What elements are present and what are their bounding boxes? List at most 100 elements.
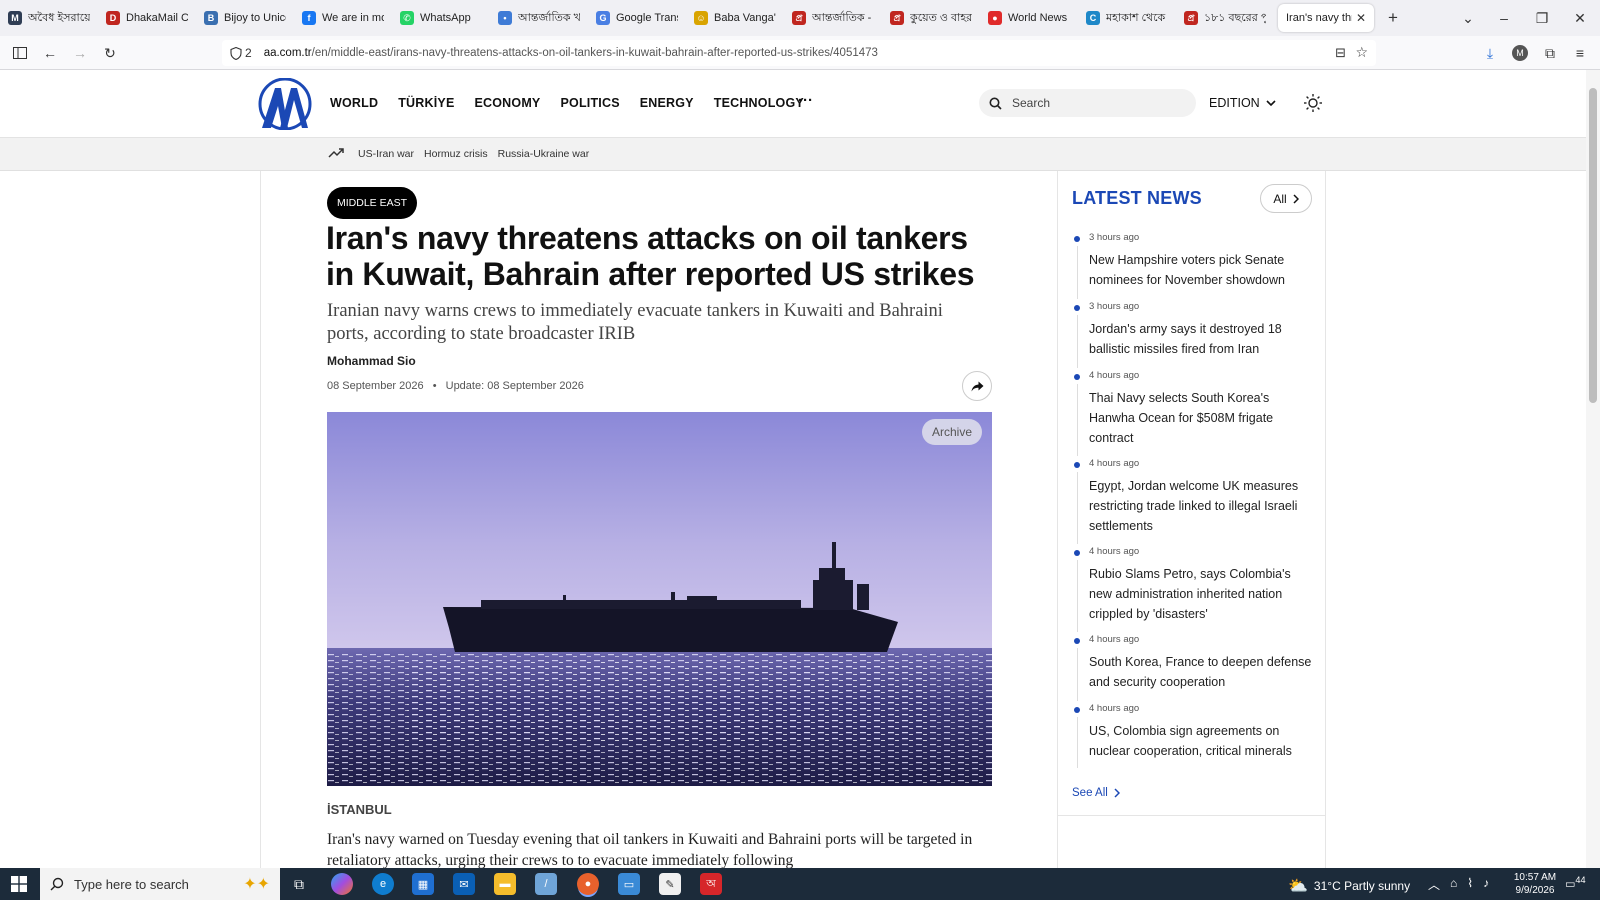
tab-item[interactable]: ✆ WhatsApp bbox=[392, 4, 490, 32]
tab-item[interactable]: f We are in mod bbox=[294, 4, 392, 32]
tab-item[interactable]: M অবৈধ ইসরায়েলি bbox=[0, 4, 98, 32]
bijoy-icon[interactable]: অ bbox=[700, 873, 722, 895]
bullet-dot bbox=[1074, 374, 1080, 380]
theme-toggle-icon[interactable] bbox=[1302, 92, 1324, 114]
reader-view-icon[interactable]: ⊟ bbox=[1335, 45, 1346, 61]
timeline-line bbox=[1077, 648, 1078, 701]
chevron-down-icon bbox=[1266, 99, 1276, 106]
tab-active[interactable]: Iran's navy threa ✕ bbox=[1278, 4, 1374, 32]
news-title[interactable]: Rubio Slams Petro, says Colombia's new a… bbox=[1089, 564, 1314, 624]
close-tab-icon[interactable]: ✕ bbox=[1356, 11, 1366, 25]
author-name[interactable]: Mohammad Sio bbox=[327, 354, 416, 368]
minimize-icon[interactable]: – bbox=[1484, 0, 1524, 36]
nav-item-technology[interactable]: TECHNOLOGY bbox=[714, 96, 804, 110]
tab-item[interactable]: প্র আন্তর্জাতিক - T bbox=[784, 4, 882, 32]
outlook-icon[interactable]: ✉ bbox=[453, 873, 475, 895]
profile-initial: M bbox=[1512, 45, 1528, 61]
network-icon[interactable]: ⌂ bbox=[1450, 876, 1457, 893]
app-icon[interactable]: ▭ bbox=[618, 873, 640, 895]
search-box[interactable]: Search bbox=[979, 89, 1196, 117]
news-title[interactable]: Jordan's army says it destroyed 18 balli… bbox=[1089, 319, 1314, 359]
tab-item[interactable]: প্র কুয়েত ও বাহরা bbox=[882, 4, 980, 32]
volume-icon[interactable]: ♪ bbox=[1483, 876, 1489, 893]
url-text[interactable]: aa.com.tr/en/middle-east/irans-navy-thre… bbox=[264, 47, 878, 59]
share-button[interactable] bbox=[962, 371, 992, 401]
trending-bar: US-Iran war Hormuz crisis Russia-Ukraine w… bbox=[0, 138, 1586, 171]
downloads-icon[interactable]: ⤓ bbox=[1478, 42, 1502, 64]
address-bar[interactable]: 2 aa.com.tr/en/middle-east/irans-navy-th… bbox=[222, 40, 1376, 66]
news-time: 4 hours ago bbox=[1089, 546, 1140, 557]
timeline-line bbox=[1077, 472, 1078, 544]
reload-icon[interactable]: ↻ bbox=[98, 42, 122, 64]
trending-link[interactable]: Hormuz crisis bbox=[424, 148, 488, 160]
wifi-icon[interactable]: ⌇ bbox=[1467, 876, 1473, 893]
news-title[interactable]: US, Colombia sign agreements on nuclear … bbox=[1089, 721, 1314, 761]
all-news-button[interactable]: All bbox=[1260, 184, 1312, 213]
taskbar-search[interactable]: Type here to search ✦✦ bbox=[40, 868, 280, 900]
news-title[interactable]: Thai Navy selects South Korea's Hanwha O… bbox=[1089, 388, 1314, 448]
extensions-icon[interactable]: ⧉ bbox=[1538, 42, 1562, 64]
tracking-shield-icon[interactable]: 2 bbox=[230, 46, 252, 60]
clock-date: 9/9/2026 bbox=[1515, 885, 1555, 896]
tab-favicon-icon: B bbox=[204, 11, 218, 25]
menu-icon[interactable]: ≡ bbox=[1568, 42, 1592, 64]
store-icon[interactable]: ▦ bbox=[412, 873, 434, 895]
edition-selector[interactable]: EDITION bbox=[1209, 96, 1276, 110]
column-divider bbox=[260, 171, 261, 868]
news-title[interactable]: South Korea, France to deepen defense an… bbox=[1089, 652, 1314, 692]
tab-list-icon[interactable]: ⌄ bbox=[1448, 0, 1488, 36]
scrollbar-thumb[interactable] bbox=[1589, 88, 1597, 403]
tab-item[interactable]: ☺ Baba Vanga's f bbox=[686, 4, 784, 32]
account-icon[interactable]: M bbox=[1508, 42, 1532, 64]
nav-item-t-rki-ye[interactable]: TÜRKİYE bbox=[398, 96, 454, 110]
trending-links: US-Iran war Hormuz crisis Russia-Ukraine w… bbox=[358, 148, 599, 160]
notification-icon[interactable]: ▭44 bbox=[1565, 875, 1586, 891]
search-highlight-icon: ✦✦ bbox=[243, 876, 270, 893]
see-all-link[interactable]: See All bbox=[1072, 787, 1120, 799]
bullet-dot bbox=[1074, 462, 1080, 468]
tab-item[interactable]: D DhakaMail CMS bbox=[98, 4, 196, 32]
nav-item-economy[interactable]: ECONOMY bbox=[474, 96, 540, 110]
notepad-icon[interactable]: ✎ bbox=[659, 873, 681, 895]
tab-item[interactable]: • আন্তর্জাতিক খ bbox=[490, 4, 588, 32]
news-title[interactable]: New Hampshire voters pick Senate nominee… bbox=[1089, 250, 1314, 290]
forward-icon[interactable]: → bbox=[68, 42, 92, 64]
close-window-icon[interactable]: ✕ bbox=[1560, 0, 1600, 36]
edge-icon[interactable]: e bbox=[372, 873, 394, 895]
tab-title: World News in bbox=[1008, 12, 1070, 24]
firefox-icon[interactable]: ● bbox=[577, 873, 599, 895]
latest-news-title: LATEST NEWS bbox=[1072, 188, 1202, 208]
notes-icon[interactable]: / bbox=[535, 873, 557, 895]
tab-item[interactable]: G Google Translate bbox=[588, 4, 686, 32]
back-icon[interactable]: ← bbox=[38, 42, 62, 64]
nav-item-politics[interactable]: POLITICS bbox=[560, 96, 619, 110]
sidebar-toggle-icon[interactable] bbox=[8, 42, 32, 64]
trending-link[interactable]: US-Iran war bbox=[358, 148, 414, 160]
restore-icon[interactable]: ❐ bbox=[1522, 0, 1562, 36]
image-badge: Archive bbox=[922, 419, 983, 445]
tab-item[interactable]: C মহাকাশ থেকে bbox=[1078, 4, 1176, 32]
notification-count: 44 bbox=[1575, 875, 1586, 885]
new-tab-button[interactable]: + bbox=[1388, 8, 1398, 28]
tab-item[interactable]: প্র ১৮১ বছরের পু bbox=[1176, 4, 1274, 32]
category-badge[interactable]: MIDDLE EAST bbox=[327, 187, 418, 219]
article-subtitle: Iranian navy warns crews to immediately … bbox=[327, 301, 943, 344]
navigation-bar: ← → ↻ 2 aa.com.tr/en/middle-east/irans-n… bbox=[0, 36, 1600, 70]
tray-chevron-icon[interactable]: ︿ bbox=[1428, 876, 1440, 893]
more-menu-icon[interactable]: ··· bbox=[798, 92, 813, 109]
windows-start-icon[interactable] bbox=[0, 868, 38, 900]
bookmark-star-icon[interactable]: ☆ bbox=[1355, 44, 1368, 61]
copilot-icon[interactable] bbox=[331, 873, 353, 895]
weather-widget[interactable]: ⛅ 31°C Partly sunny bbox=[1288, 876, 1410, 896]
task-view-icon[interactable]: ⧉ bbox=[288, 873, 310, 895]
nav-item-energy[interactable]: ENERGY bbox=[640, 96, 694, 110]
nav-item-world[interactable]: WORLD bbox=[330, 96, 378, 110]
system-clock[interactable]: 10:57 AM 9/9/2026 bbox=[1505, 871, 1565, 897]
partly-sunny-icon: ⛅ bbox=[1288, 878, 1308, 895]
tab-item[interactable]: ● World News in bbox=[980, 4, 1078, 32]
file-explorer-icon[interactable]: ▬ bbox=[494, 873, 516, 895]
news-title[interactable]: Egypt, Jordan welcome UK measures restri… bbox=[1089, 476, 1314, 536]
aa-logo[interactable] bbox=[258, 77, 312, 131]
trending-link[interactable]: Russia-Ukraine war bbox=[498, 148, 590, 160]
tab-item[interactable]: B Bijoy to Unicode bbox=[196, 4, 294, 32]
